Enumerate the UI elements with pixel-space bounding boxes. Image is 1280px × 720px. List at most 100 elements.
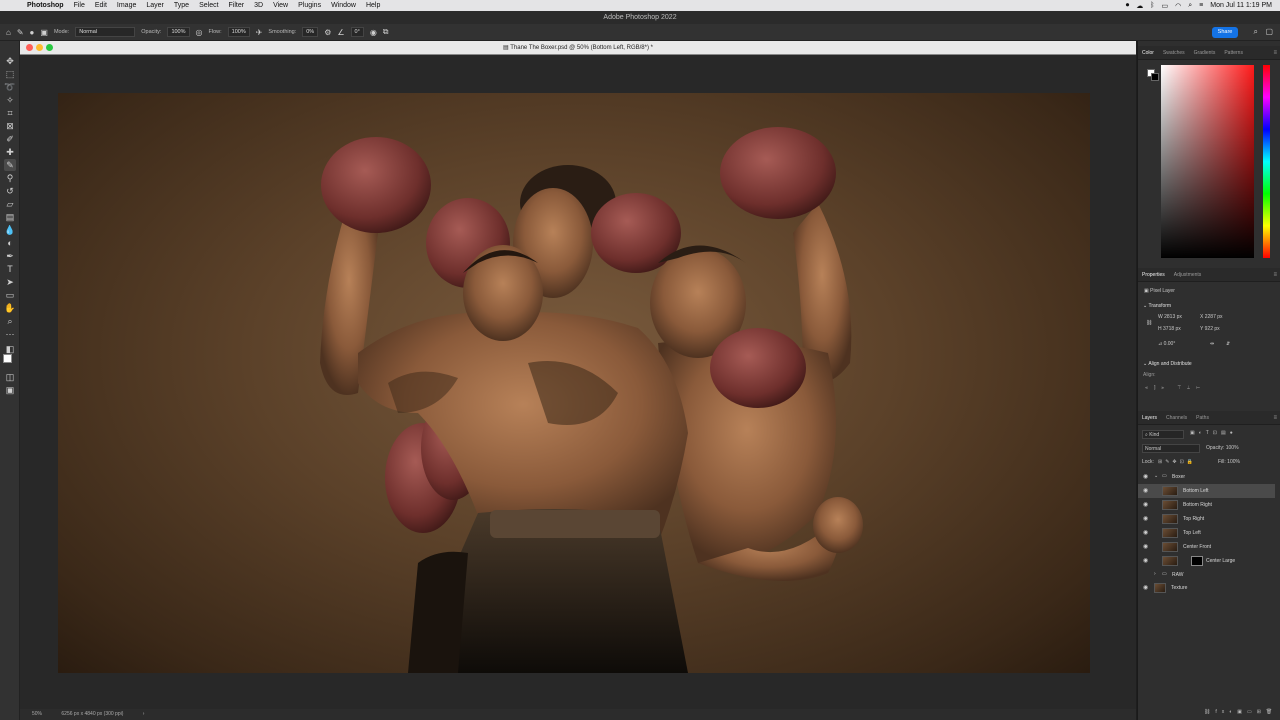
panel-menu-icon[interactable]: ≡ xyxy=(1273,272,1277,278)
color-background-swatch[interactable] xyxy=(1151,73,1159,81)
panel-menu-icon[interactable]: ≡ xyxy=(1273,415,1277,421)
eye-icon[interactable]: ◉ xyxy=(1143,543,1148,550)
zoom-level[interactable]: 50% xyxy=(32,711,42,717)
status-menu-arrow[interactable]: › xyxy=(143,711,145,717)
panel-menu-icon[interactable]: ≡ xyxy=(1273,50,1277,56)
close-window-icon[interactable] xyxy=(26,44,33,51)
pressure-opacity-icon[interactable]: ◎ xyxy=(196,28,203,37)
maximize-window-icon[interactable] xyxy=(46,44,53,51)
dodge-tool-icon[interactable]: ◐ xyxy=(4,237,16,249)
control-center-icon[interactable]: ≡ xyxy=(1199,2,1203,9)
hue-slider[interactable] xyxy=(1263,65,1270,258)
link-dimensions-icon[interactable]: ⛓ xyxy=(1146,320,1152,326)
minimize-window-icon[interactable] xyxy=(36,44,43,51)
tab-color[interactable]: Color xyxy=(1142,50,1154,56)
menu-select[interactable]: Select xyxy=(194,0,223,11)
eye-icon[interactable]: ◉ xyxy=(1143,557,1148,564)
layer-top-right[interactable]: ◉ Top Right xyxy=(1138,512,1275,526)
smoothing-input[interactable]: 0% xyxy=(302,27,319,37)
quick-select-tool-icon[interactable]: ✧ xyxy=(4,94,16,106)
layer-group-boxer[interactable]: ◉ ⌄ ▭ Boxer xyxy=(1138,470,1275,484)
rotation-field[interactable]: ⊿ 0.00° xyxy=(1158,341,1175,347)
align-buttons[interactable]: ⫷⫿⫸ ⊤⊥⊢ xyxy=(1145,385,1206,391)
menu-view[interactable]: View xyxy=(268,0,293,11)
width-field[interactable]: W 2813 px xyxy=(1158,314,1182,320)
layer-filter-icons[interactable]: ▣◐T⊡▤● xyxy=(1190,430,1237,436)
layer-texture[interactable]: ◉ Texture xyxy=(1138,581,1275,595)
search-icon[interactable]: ⌕ xyxy=(1254,27,1258,37)
airbrush-icon[interactable]: ✈ xyxy=(256,28,263,37)
blur-tool-icon[interactable]: 💧 xyxy=(4,224,16,236)
gradient-tool-icon[interactable]: ▤ xyxy=(4,211,16,223)
tab-patterns[interactable]: Patterns xyxy=(1224,50,1243,56)
menu-photoshop[interactable]: Photoshop xyxy=(22,0,69,11)
brush-angle-input[interactable]: 0° xyxy=(350,27,364,37)
opacity-input[interactable]: 100% xyxy=(167,27,190,37)
eraser-tool-icon[interactable]: ▱ xyxy=(4,198,16,210)
foreground-color-swatch[interactable] xyxy=(3,354,12,363)
layer-opacity-field[interactable]: Opacity: 100% xyxy=(1206,445,1239,451)
layer-mask-thumbnail[interactable] xyxy=(1191,556,1203,566)
lock-icons[interactable]: ⊞✎✥⊡🔒 xyxy=(1158,459,1196,465)
brush-tool-icon[interactable]: ✎ xyxy=(4,159,16,171)
eye-icon[interactable]: ◉ xyxy=(1143,473,1148,480)
healing-tool-icon[interactable]: ✚ xyxy=(4,146,16,158)
menu-window[interactable]: Window xyxy=(326,0,361,11)
flow-input[interactable]: 100% xyxy=(227,27,250,37)
eye-icon[interactable]: ◉ xyxy=(1143,515,1148,522)
menu-type[interactable]: Type xyxy=(169,0,194,11)
clone-stamp-tool-icon[interactable]: ⚲ xyxy=(4,172,16,184)
height-field[interactable]: H 3718 px xyxy=(1158,326,1181,332)
layer-top-left[interactable]: ◉ Top Left xyxy=(1138,526,1275,540)
color-picker-field[interactable] xyxy=(1161,65,1254,258)
battery-icon[interactable]: ▭ xyxy=(1162,2,1169,10)
tab-paths[interactable]: Paths xyxy=(1196,415,1209,421)
menu-image[interactable]: Image xyxy=(112,0,141,11)
eye-icon[interactable]: ◉ xyxy=(1143,501,1148,508)
layer-fill-field[interactable]: Fill: 100% xyxy=(1218,459,1240,465)
layer-group-raw[interactable]: › ▭ RAW xyxy=(1138,568,1275,582)
tab-layers[interactable]: Layers xyxy=(1142,415,1157,421)
eye-icon[interactable]: ◉ xyxy=(1143,529,1148,536)
menubar-clock[interactable]: Mon Jul 11 1:19 PM xyxy=(1210,2,1272,9)
spotlight-search-icon[interactable]: ⌕ xyxy=(1188,2,1192,10)
y-field[interactable]: Y 922 px xyxy=(1200,326,1220,332)
zoom-tool-icon[interactable]: ⌕ xyxy=(4,315,16,327)
menu-file[interactable]: File xyxy=(69,0,90,11)
x-field[interactable]: X 2287 px xyxy=(1200,314,1223,320)
menu-filter[interactable]: Filter xyxy=(224,0,250,11)
pen-tool-icon[interactable]: ✒ xyxy=(4,250,16,262)
home-icon[interactable]: ⌂ xyxy=(6,28,11,37)
screen-mode-icon[interactable]: ▣ xyxy=(4,384,16,396)
quick-mask-icon[interactable]: ◫ xyxy=(4,371,16,383)
hand-tool-icon[interactable]: ✋ xyxy=(4,302,16,314)
brush-settings-icon[interactable]: ▣ xyxy=(40,28,48,37)
align-section-title[interactable]: ⌄ Align and Distribute xyxy=(1143,361,1192,367)
image-canvas[interactable] xyxy=(58,93,1090,673)
type-tool-icon[interactable]: T xyxy=(4,263,16,275)
lasso-tool-icon[interactable]: ➰ xyxy=(4,81,16,93)
layer-center-front[interactable]: ◉ Center Front xyxy=(1138,540,1275,554)
menu-3d[interactable]: 3D xyxy=(249,0,268,11)
share-button[interactable]: Share xyxy=(1212,27,1238,38)
workspace-icon[interactable]: ▢ xyxy=(1265,27,1273,36)
move-tool-icon[interactable]: ✥ xyxy=(4,55,16,67)
mode-dropdown[interactable]: Normal xyxy=(75,27,136,37)
pressure-size-icon[interactable]: ◉ xyxy=(370,28,377,37)
tab-properties[interactable]: Properties xyxy=(1142,272,1165,278)
layer-filter-dropdown[interactable]: ⌕ Kind xyxy=(1142,430,1184,439)
cloud-icon[interactable]: ☁ xyxy=(1136,2,1143,10)
frame-tool-icon[interactable]: ⊠ xyxy=(4,120,16,132)
eye-icon[interactable]: ◉ xyxy=(1143,584,1148,591)
history-brush-tool-icon[interactable]: ↺ xyxy=(4,185,16,197)
more-tools-icon[interactable]: ⋯ xyxy=(4,328,16,340)
tab-channels[interactable]: Channels xyxy=(1166,415,1187,421)
eye-icon[interactable]: ◉ xyxy=(1143,487,1148,494)
layer-bottom-left[interactable]: ◉ Bottom Left xyxy=(1138,484,1275,498)
tab-swatches[interactable]: Swatches xyxy=(1163,50,1185,56)
menu-layer[interactable]: Layer xyxy=(141,0,169,11)
layer-actions-bar[interactable]: ⛓fx◐▣▭⊞🗑 xyxy=(1204,709,1277,715)
shape-tool-icon[interactable]: ▭ xyxy=(4,289,16,301)
marquee-tool-icon[interactable]: ⬚ xyxy=(4,68,16,80)
transform-section-title[interactable]: ⌄ Transform xyxy=(1143,303,1171,309)
